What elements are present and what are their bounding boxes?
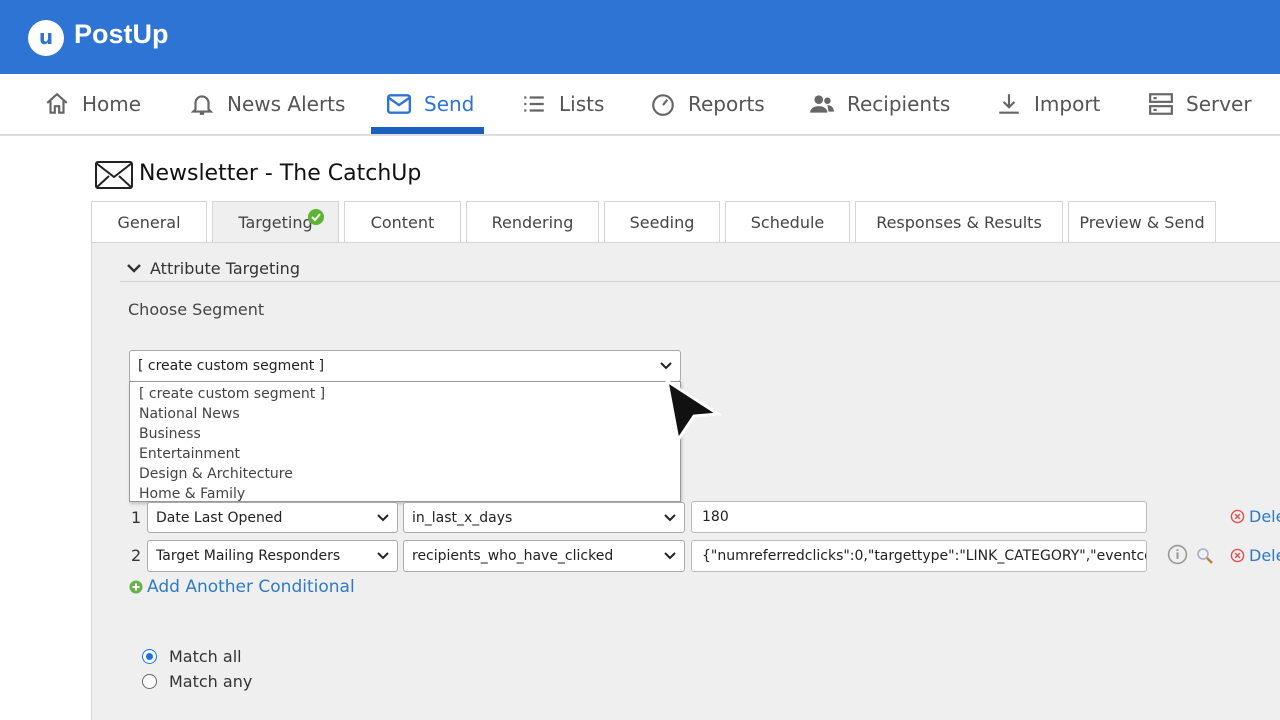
nav-label: Server [1186,92,1252,116]
tab-label: Seeding [629,213,695,232]
tab-label: Content [370,213,435,232]
chevron-down-icon[interactable] [126,262,142,276]
plus-icon [129,580,143,594]
chevron-down-icon [664,552,676,560]
chevron-down-icon [377,513,389,521]
match-any-radio[interactable]: Match any [142,672,252,691]
delete-condition-button[interactable]: Dele [1230,546,1280,565]
condition-value-input[interactable]: 180 [691,501,1147,533]
tab-label: General [117,213,181,232]
chevron-down-icon [664,513,676,521]
delete-condition-button[interactable]: Dele [1230,507,1280,526]
tab-content[interactable]: Content [344,201,461,243]
tab-schedule[interactable]: Schedule [725,201,850,243]
nav-send[interactable]: Send [386,74,474,134]
nav-server[interactable]: Server [1148,74,1252,134]
active-nav-indicator [371,127,484,134]
row-number: 1 [131,508,142,527]
delete-label: Dele [1249,507,1280,526]
segment-option[interactable]: [ create custom segment ] [130,384,680,404]
nav-import[interactable]: Import [996,74,1100,134]
nav-label: Recipients [847,92,951,116]
row-number: 2 [131,546,142,565]
condition-field-select[interactable]: Date Last Opened [147,502,398,533]
segment-option[interactable]: Design & Architecture [130,464,680,484]
condition-field-select[interactable]: Target Mailing Responders [147,540,398,572]
users-icon [810,95,834,113]
select-value: Target Mailing Responders [156,548,341,564]
tab-responses-results[interactable]: Responses & Results [855,201,1063,243]
segment-option[interactable]: Business [130,424,680,444]
main-nav: Home News Alerts Send Lists Reports Reci… [0,74,1280,136]
nav-label: News Alerts [227,92,346,116]
list-icon [524,96,544,112]
nav-lists[interactable]: Lists [521,74,604,134]
condition-operator-select[interactable]: recipients_who_have_clicked [403,540,685,572]
delete-label: Dele [1249,546,1280,565]
add-conditional-label: Add Another Conditional [147,577,355,597]
chevron-down-icon [660,362,672,370]
magnifier-icon[interactable] [1195,546,1215,566]
nav-news-alerts[interactable]: News Alerts [189,74,345,134]
logo[interactable]: u [28,20,64,56]
app-header: u PostUp [0,0,1280,74]
tab-label: Responses & Results [876,213,1042,232]
check-circle-icon [308,209,324,225]
home-icon [46,92,68,114]
nav-label: Import [1034,92,1101,116]
select-value: [ create custom segment ] [138,358,325,374]
choose-segment-label: Choose Segment [128,300,265,319]
nav-label: Lists [559,92,605,116]
envelope-icon [386,94,412,114]
tab-rendering[interactable]: Rendering [466,201,599,243]
tab-label: Rendering [491,213,574,232]
tab-general[interactable]: General [91,201,207,243]
segment-dropdown: [ create custom segment ] National News … [129,381,681,502]
tab-targeting[interactable]: Targeting [212,201,339,243]
tab-preview-send[interactable]: Preview & Send [1068,201,1216,243]
nav-recipients[interactable]: Recipients [809,74,950,134]
radio-label: Match any [169,672,253,691]
radio-button[interactable] [142,674,157,689]
condition-operator-select[interactable]: in_last_x_days [403,502,685,533]
page-title: Newsletter - The CatchUp [139,161,422,186]
tab-label: Schedule [750,213,825,232]
segment-option[interactable]: National News [130,404,680,424]
nav-home[interactable]: Home [44,74,141,134]
condition-value-input[interactable]: {"numreferredclicks":0,"targettype":"LIN… [691,540,1147,572]
segment-option[interactable]: Home & Family [130,484,680,504]
segment-select[interactable]: [ create custom segment ] [129,350,681,382]
add-conditional-button[interactable]: Add Another Conditional [129,577,355,597]
download-icon [999,94,1019,114]
select-value: recipients_who_have_clicked [412,548,614,564]
delete-icon [1230,509,1245,524]
section-title[interactable]: Attribute Targeting [150,259,300,278]
segment-option[interactable]: Entertainment [130,444,680,464]
delete-icon [1230,548,1245,563]
tab-label: Targeting [238,213,313,232]
chevron-down-icon [377,552,389,560]
nav-reports[interactable]: Reports [650,74,765,134]
mouse-cursor-icon [664,378,722,444]
divider [120,281,1280,282]
radio-button[interactable] [142,649,157,664]
gauge-icon [652,94,674,116]
match-all-radio[interactable]: Match all [142,647,242,666]
select-value: Date Last Opened [156,509,283,526]
radio-label: Match all [169,647,242,666]
nav-label: Send [424,92,475,116]
bell-icon [190,95,214,115]
server-icon [1149,93,1173,115]
info-icon[interactable] [1167,544,1188,565]
select-value: in_last_x_days [412,509,513,526]
nav-label: Home [82,92,142,116]
nav-label: Reports [688,92,765,116]
tab-seeding[interactable]: Seeding [604,201,720,243]
brand-name[interactable]: PostUp [74,19,169,50]
envelope-icon [95,161,133,189]
tab-label: Preview & Send [1079,213,1205,232]
